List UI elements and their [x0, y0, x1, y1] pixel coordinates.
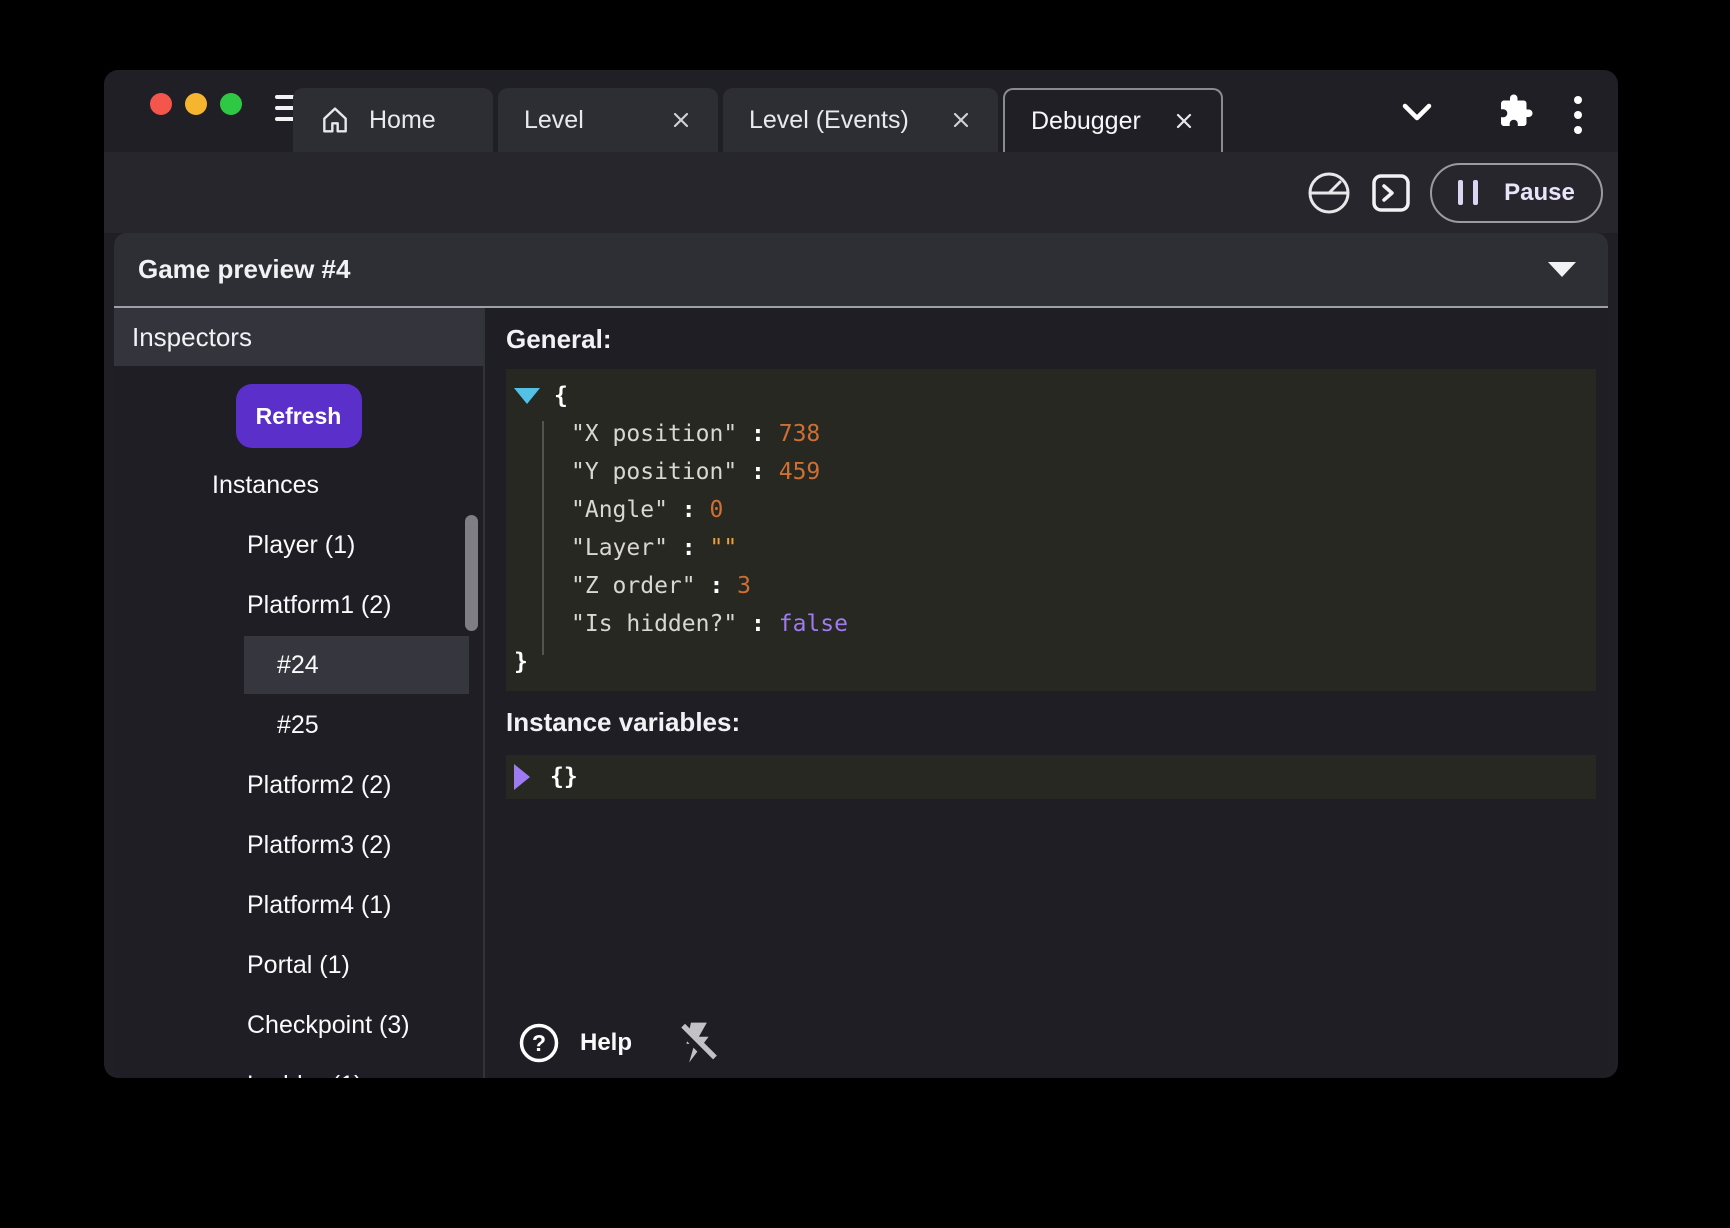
dropdown-caret-icon[interactable]: [1548, 262, 1576, 277]
instances-tree: Instances Player (1) Platform1 (2) #24 #…: [114, 455, 483, 1078]
tab-bar: Home Level Level (Events) Debugger: [293, 88, 1223, 152]
chevron-down-icon[interactable]: [1402, 103, 1432, 122]
json-separator: :: [668, 535, 710, 561]
inspector-main: General: { "X position" : 738 "Y positio…: [485, 308, 1608, 1078]
json-field-layer: "Layer" : "": [506, 529, 1596, 567]
collapse-expander-icon[interactable]: [514, 388, 540, 404]
json-value[interactable]: 738: [779, 421, 821, 447]
json-field-is-hidden: "Is hidden?" : false: [506, 605, 1596, 643]
instance-variables-json-view: {}: [506, 755, 1596, 799]
json-key: "Y position": [571, 459, 737, 485]
svg-text:?: ?: [532, 1030, 546, 1056]
empty-object: {}: [550, 764, 578, 790]
json-field-z-order: "Z order" : 3: [506, 567, 1596, 605]
open-brace: {: [554, 383, 568, 409]
tab-label: Home: [369, 106, 436, 135]
debugger-toolbar: Pause: [104, 152, 1618, 233]
json-value[interactable]: 0: [709, 497, 723, 523]
tree-item-platform1[interactable]: Platform1 (2): [114, 575, 483, 635]
flash-off-icon[interactable]: [676, 1020, 720, 1066]
help-label[interactable]: Help: [580, 1029, 632, 1057]
profiler-gauge-icon[interactable]: [1306, 170, 1352, 216]
json-separator: :: [696, 573, 738, 599]
tab-home[interactable]: Home: [293, 88, 493, 152]
json-key: "Layer": [571, 535, 668, 561]
tab-label: Level: [524, 106, 584, 135]
maximize-window-button[interactable]: [220, 93, 242, 115]
help-icon[interactable]: ?: [518, 1022, 560, 1064]
refresh-button[interactable]: Refresh: [236, 384, 362, 448]
tab-label: Level (Events): [749, 106, 909, 135]
json-separator: :: [668, 497, 710, 523]
json-key: "X position": [571, 421, 737, 447]
tree-item-portal[interactable]: Portal (1): [114, 935, 483, 995]
app-window: Home Level Level (Events) Debugger: [104, 70, 1618, 1078]
instance-variables-label: Instance variables:: [506, 707, 1596, 738]
tree-item-platform3[interactable]: Platform3 (2): [114, 815, 483, 875]
tree-item-platform2[interactable]: Platform2 (2): [114, 755, 483, 815]
json-root-close-row: }: [506, 643, 1596, 681]
json-value[interactable]: 459: [779, 459, 821, 485]
close-window-button[interactable]: [150, 93, 172, 115]
json-field-y-position: "Y position" : 459: [506, 453, 1596, 491]
tree-item-player[interactable]: Player (1): [114, 515, 483, 575]
json-separator: :: [737, 421, 779, 447]
more-options-icon[interactable]: [1574, 96, 1582, 134]
inspectors-sidebar: Inspectors Refresh Instances Player (1) …: [114, 308, 485, 1078]
traffic-lights: [150, 93, 242, 115]
debugger-panel: Game preview #4 Inspectors Refresh Insta…: [114, 233, 1608, 1078]
close-brace: }: [514, 649, 528, 675]
json-key: "Is hidden?": [571, 611, 737, 637]
general-section-label: General:: [506, 324, 1596, 355]
tree-item-instance-24[interactable]: #24: [244, 636, 469, 694]
tree-item-platform4[interactable]: Platform4 (1): [114, 875, 483, 935]
home-icon: [319, 104, 351, 136]
json-key: "Angle": [571, 497, 668, 523]
json-field-x-position: "X position" : 738: [506, 415, 1596, 453]
close-tab-icon[interactable]: [950, 109, 972, 131]
json-value[interactable]: "": [709, 535, 737, 561]
tree-item-instances[interactable]: Instances: [114, 455, 483, 515]
close-tab-icon[interactable]: [1173, 110, 1195, 132]
minimize-window-button[interactable]: [185, 93, 207, 115]
footer-actions: ? Help: [518, 1020, 720, 1066]
tree-item-checkpoint[interactable]: Checkpoint (3): [114, 995, 483, 1055]
close-tab-icon[interactable]: [670, 109, 692, 131]
tab-label: Debugger: [1031, 107, 1141, 136]
tab-level-events[interactable]: Level (Events): [723, 88, 998, 152]
titlebar: Home Level Level (Events) Debugger: [104, 70, 1618, 152]
json-root-row[interactable]: {: [506, 377, 1596, 415]
tab-level[interactable]: Level: [498, 88, 718, 152]
debugger-body: Inspectors Refresh Instances Player (1) …: [114, 308, 1608, 1078]
general-json-view: { "X position" : 738 "Y position" : 459 …: [506, 369, 1596, 691]
tab-debugger[interactable]: Debugger: [1003, 88, 1223, 152]
pause-button[interactable]: Pause: [1430, 163, 1603, 223]
json-key: "Z order": [571, 573, 696, 599]
pause-icon: [1458, 180, 1478, 205]
game-preview-title: Game preview #4: [138, 254, 350, 285]
json-separator: :: [737, 611, 779, 637]
variables-root-row[interactable]: {}: [506, 755, 1596, 799]
tree-guide-line: [542, 421, 544, 655]
json-separator: :: [737, 459, 779, 485]
extensions-puzzle-icon[interactable]: [1498, 93, 1534, 129]
json-field-angle: "Angle" : 0: [506, 491, 1596, 529]
inspectors-header: Inspectors: [114, 308, 483, 366]
sidebar-scrollbar-thumb[interactable]: [465, 515, 478, 631]
json-value[interactable]: false: [779, 611, 848, 637]
refresh-row: Refresh: [114, 384, 483, 448]
json-value[interactable]: 3: [737, 573, 751, 599]
tree-item-instance-25[interactable]: #25: [114, 695, 483, 755]
expand-expander-icon[interactable]: [514, 764, 530, 790]
tree-item-ladder[interactable]: Ladder (1): [114, 1055, 483, 1078]
console-icon[interactable]: [1370, 172, 1412, 214]
game-preview-selector[interactable]: Game preview #4: [114, 233, 1608, 308]
pause-button-label: Pause: [1504, 179, 1575, 207]
